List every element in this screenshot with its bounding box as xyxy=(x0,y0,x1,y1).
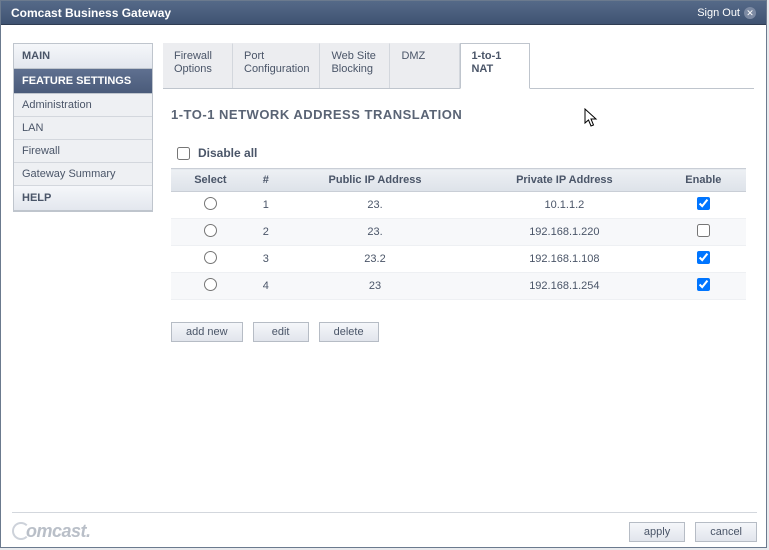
sidebar-item-gateway-summary[interactable]: Gateway Summary xyxy=(14,163,152,186)
sidebar-item-administration[interactable]: Administration xyxy=(14,94,152,117)
sidebar-section-feature-settings[interactable]: FEATURE SETTINGS xyxy=(14,69,152,94)
page-title: 1-TO-1 NETWORK ADDRESS TRANSLATION xyxy=(171,107,746,122)
sidebar-item-lan[interactable]: LAN xyxy=(14,117,152,140)
tab-1to1-nat[interactable]: 1-to-1 NAT xyxy=(460,43,530,89)
row-enable-checkbox[interactable] xyxy=(697,251,710,264)
col-select: Select xyxy=(171,169,250,192)
row-private: 192.168.1.108 xyxy=(468,246,661,273)
row-public: 23. xyxy=(282,192,468,219)
table-row: 4 23 192.168.1.254 xyxy=(171,273,746,300)
row-select-radio[interactable] xyxy=(204,251,217,264)
row-private: 192.168.1.254 xyxy=(468,273,661,300)
row-enable-checkbox[interactable] xyxy=(697,197,710,210)
sign-out-link[interactable]: Sign Out ✕ xyxy=(697,7,756,19)
table-row: 3 23.2 192.168.1.108 xyxy=(171,246,746,273)
tab-dmz[interactable]: DMZ xyxy=(390,43,460,88)
table-row: 2 23. 192.168.1.220 xyxy=(171,219,746,246)
disable-all-row: Disable all xyxy=(171,146,746,160)
tab-bar: Firewall Options Port Configuration Web … xyxy=(163,43,754,89)
edit-button[interactable]: edit xyxy=(253,322,309,342)
sidebar-section-main[interactable]: MAIN xyxy=(14,44,152,69)
nat-table: Select # Public IP Address Private IP Ad… xyxy=(171,168,746,300)
disable-all-label: Disable all xyxy=(198,146,257,160)
footer: omcast. apply cancel xyxy=(12,512,757,542)
disable-all-checkbox[interactable] xyxy=(177,147,190,160)
sign-out-label: Sign Out xyxy=(697,7,740,19)
comcast-logo: omcast. xyxy=(12,521,91,542)
app-title: Comcast Business Gateway xyxy=(11,6,171,20)
tab-port-configuration[interactable]: Port Configuration xyxy=(233,43,320,88)
row-select-radio[interactable] xyxy=(204,197,217,210)
apply-button[interactable]: apply xyxy=(629,522,685,542)
row-public: 23.2 xyxy=(282,246,468,273)
page-content: 1-TO-1 NETWORK ADDRESS TRANSLATION Disab… xyxy=(163,89,754,360)
nat-table-body: 1 23. 10.1.1.2 2 23. 192.168.1.220 xyxy=(171,192,746,300)
tab-web-site-blocking[interactable]: Web Site Blocking xyxy=(320,43,390,88)
row-public: 23 xyxy=(282,273,468,300)
tab-firewall-options[interactable]: Firewall Options xyxy=(163,43,233,88)
cancel-button[interactable]: cancel xyxy=(695,522,757,542)
sidebar-section-help[interactable]: HELP xyxy=(14,186,152,211)
add-new-button[interactable]: add new xyxy=(171,322,243,342)
col-number: # xyxy=(250,169,282,192)
col-public-ip: Public IP Address xyxy=(282,169,468,192)
delete-button[interactable]: delete xyxy=(319,322,379,342)
titlebar: Comcast Business Gateway Sign Out ✕ xyxy=(1,1,766,25)
logo-text: omcast. xyxy=(26,521,91,541)
row-num: 2 xyxy=(250,219,282,246)
sidebar: MAIN FEATURE SETTINGS Administration LAN… xyxy=(13,43,153,212)
row-num: 1 xyxy=(250,192,282,219)
action-buttons: add new edit delete xyxy=(171,322,746,342)
row-public: 23. xyxy=(282,219,468,246)
row-select-radio[interactable] xyxy=(204,278,217,291)
col-private-ip: Private IP Address xyxy=(468,169,661,192)
close-icon: ✕ xyxy=(744,7,756,19)
table-row: 1 23. 10.1.1.2 xyxy=(171,192,746,219)
row-private: 10.1.1.2 xyxy=(468,192,661,219)
row-enable-checkbox[interactable] xyxy=(697,278,710,291)
col-enable: Enable xyxy=(661,169,746,192)
row-select-radio[interactable] xyxy=(204,224,217,237)
row-num: 4 xyxy=(250,273,282,300)
main-panel: Firewall Options Port Configuration Web … xyxy=(163,43,754,479)
row-enable-checkbox[interactable] xyxy=(697,224,710,237)
row-private: 192.168.1.220 xyxy=(468,219,661,246)
sidebar-item-firewall[interactable]: Firewall xyxy=(14,140,152,163)
row-num: 3 xyxy=(250,246,282,273)
